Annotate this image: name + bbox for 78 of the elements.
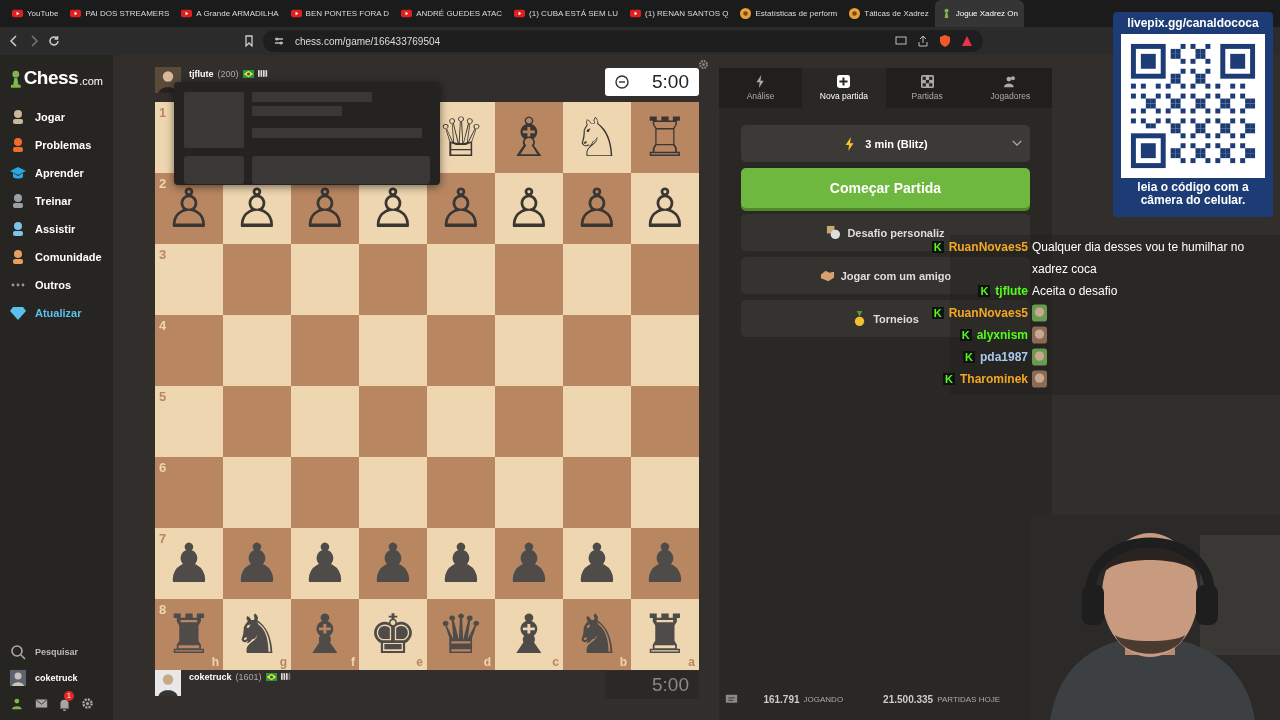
rank-label: 8 xyxy=(159,602,167,617)
player-clock: 5:00 xyxy=(605,68,699,96)
chat-username: RuanNovaes5 xyxy=(948,240,1028,254)
chess-piece[interactable]: ♙ xyxy=(436,178,486,239)
nav-item[interactable]: Jogar xyxy=(0,103,113,131)
chess-piece[interactable]: ♟ xyxy=(572,533,622,594)
stat-label: PARTIDAS HOJE xyxy=(937,695,1000,704)
browser-tab[interactable]: (1) RENAN SANTOS Q xyxy=(624,0,735,27)
browser-tab[interactable]: Jogue Xadrez On xyxy=(934,0,1024,27)
chat-username: RuanNovaes5 xyxy=(948,306,1028,320)
player-rating: (200) xyxy=(217,69,239,79)
chess-logo[interactable]: Chess.com xyxy=(0,67,113,103)
file-label: g xyxy=(279,655,287,669)
search-link[interactable]: Pesquisar xyxy=(0,639,113,665)
browser-tab[interactable]: Estatísticas de perform xyxy=(734,0,844,27)
user-badge: K xyxy=(943,373,955,385)
player-clock: 5:00 xyxy=(605,671,699,699)
file-label: e xyxy=(416,655,423,669)
file-label: h xyxy=(211,655,219,669)
browser-tab[interactable]: ANDRÉ GUEDES ATAC xyxy=(395,0,509,27)
chess-piece[interactable]: ♕ xyxy=(436,107,486,168)
browser-tab[interactable]: A Grande ARMADILHA xyxy=(175,0,285,27)
file-label: c xyxy=(552,655,559,669)
file-label: a xyxy=(688,655,695,669)
rank-label: 6 xyxy=(159,460,167,475)
player-rating: (1601) xyxy=(235,672,262,682)
stat-value: 21.500.335 xyxy=(883,694,934,705)
rank-label: 4 xyxy=(159,318,167,333)
browser-tab[interactable]: PAI DOS STREAMERS xyxy=(64,0,176,27)
qr-url: livepix.gg/canaldococa xyxy=(1127,16,1259,30)
file-label: d xyxy=(483,655,491,669)
time-control-select[interactable]: 3 min (Blitz) xyxy=(741,125,1030,162)
nav-item[interactable]: Treinar xyxy=(0,187,113,215)
rank-label: 1 xyxy=(159,105,167,120)
nav-item[interactable]: Problemas xyxy=(0,131,113,159)
nav-item[interactable]: Aprender xyxy=(0,159,113,187)
rank-label: 5 xyxy=(159,389,167,404)
chess-piece[interactable]: ♝ xyxy=(504,604,554,665)
rank-label: 3 xyxy=(159,247,167,262)
nav-item[interactable]: Assistir xyxy=(0,215,113,243)
chess-piece[interactable]: ♘ xyxy=(572,107,622,168)
chess-piece[interactable]: ♟ xyxy=(436,533,486,594)
nav-item[interactable]: Outros xyxy=(0,271,113,299)
rank-label: 2 xyxy=(159,176,167,191)
browser-tab[interactable]: Táticas de Xadrez xyxy=(843,0,935,27)
qr-caption: leia o código com a câmera do celular. xyxy=(1136,181,1250,207)
address-field[interactable]: chess.com/game/166433769504 xyxy=(263,30,983,52)
chess-piece[interactable]: ♙ xyxy=(640,178,690,239)
chess-piece[interactable]: ♗ xyxy=(504,107,554,168)
player-name[interactable]: coketruck xyxy=(189,672,232,682)
player-name[interactable]: tjflute xyxy=(189,69,214,79)
chess-piece[interactable]: ♜ xyxy=(640,604,690,665)
browser-tab[interactable]: YouTube xyxy=(6,0,65,27)
chat-message: Aceita o desafio xyxy=(1032,283,1119,300)
chess-piece[interactable]: ♟ xyxy=(300,533,350,594)
chat-message: Qualquer dia desses vou te humilhar no xadrez coca xyxy=(1032,239,1246,278)
rank-label: 7 xyxy=(159,531,167,546)
chess-piece[interactable]: ♚ xyxy=(368,604,418,665)
nav-item[interactable]: Atualizar xyxy=(0,299,113,327)
file-label: b xyxy=(619,655,627,669)
browser-tab[interactable]: BEN PONTES FORA D xyxy=(284,0,396,27)
stat-label: JOGANDO xyxy=(803,695,844,704)
chat-username: Tharominek xyxy=(960,372,1028,386)
panel-tab[interactable]: Nova partida xyxy=(802,68,886,108)
panel-tab[interactable]: Jogadores xyxy=(968,68,1052,108)
user-badge: K xyxy=(978,285,991,297)
user-badge: K xyxy=(963,351,975,363)
chess-piece[interactable]: ♖ xyxy=(640,107,690,168)
browser-tab[interactable]: (1) CUBA ESTÁ SEM LU xyxy=(508,0,625,27)
chess-piece[interactable]: ♙ xyxy=(572,178,622,239)
chess-piece[interactable]: ♙ xyxy=(504,178,554,239)
panel-tab[interactable]: Partidas xyxy=(885,68,969,108)
profile-link[interactable]: coketruck xyxy=(0,665,113,691)
stat-value: 161.791 xyxy=(763,694,800,705)
file-label: f xyxy=(351,655,355,669)
chat-username: pda1987 xyxy=(979,350,1028,364)
panel-tab[interactable]: Análise xyxy=(719,68,803,108)
nav-item[interactable]: Comunidade xyxy=(0,243,113,271)
